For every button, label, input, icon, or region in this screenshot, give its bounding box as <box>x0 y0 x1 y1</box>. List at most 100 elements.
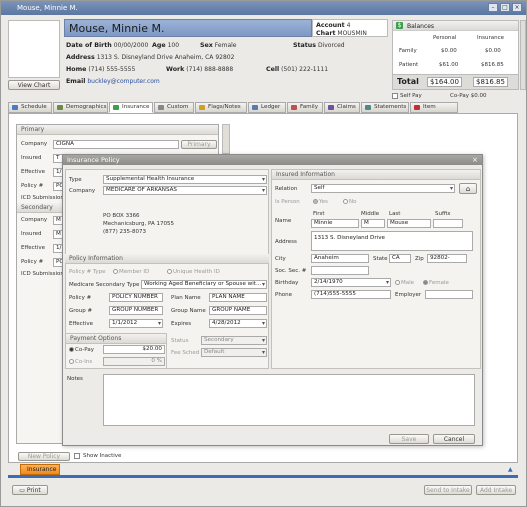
show-inactive-checkbox[interactable] <box>74 453 80 459</box>
member-id-radio[interactable]: Member ID <box>113 269 149 275</box>
effective-label: Effective <box>21 169 45 175</box>
middle-name-field[interactable]: M <box>361 219 385 228</box>
is-person-no-radio[interactable]: No <box>343 199 356 205</box>
plan-name-label: Plan Name <box>171 295 201 301</box>
tab-item-charges[interactable]: Item Charges <box>410 102 458 119</box>
tab-custom[interactable]: Custom <box>154 102 194 113</box>
group-name-label: Group Name <box>171 308 206 314</box>
send-to-intake-button[interactable]: Send to Intake <box>424 485 472 495</box>
coins-radio[interactable]: Co-Ins <box>69 359 92 365</box>
tab-strip: Schedule Demographics Insurance Custom F… <box>8 102 518 119</box>
close-button[interactable]: × <box>512 3 522 12</box>
show-inactive-label: Show Inactive <box>83 453 122 459</box>
type-select[interactable]: Supplemental Health Insurance <box>103 175 267 184</box>
dialog-close-icon[interactable]: × <box>472 156 478 164</box>
tab-schedule[interactable]: Schedule <box>8 102 52 113</box>
total-insurance: $816.85 <box>473 77 508 87</box>
company-label: Company <box>21 217 48 223</box>
phone-field[interactable]: (714)555-5555 <box>311 290 391 299</box>
total-label: Total <box>397 77 419 86</box>
tab-claims[interactable]: Claims <box>324 102 360 113</box>
unique-id-radio[interactable]: Unique Health ID <box>167 269 220 275</box>
total-personal: $164.00 <box>427 77 462 87</box>
new-policy-button[interactable]: New Policy <box>18 452 70 461</box>
state-field[interactable]: CA <box>389 254 411 263</box>
city-field[interactable]: Anaheim <box>311 254 369 263</box>
fee-sched-label: Fee Sched <box>171 350 200 356</box>
expires-label: Expires <box>171 321 192 327</box>
is-person-label: Is Person <box>275 199 300 205</box>
icd-label: ICD Submission <box>21 271 64 277</box>
self-pay-checkbox[interactable] <box>392 93 398 99</box>
sex-value: Female <box>214 42 237 49</box>
lookup-person-button[interactable]: ⌂ <box>459 183 477 194</box>
effective-date-field[interactable]: 1/1/2012 <box>109 319 163 328</box>
patient-photo[interactable] <box>8 20 60 78</box>
maximize-button[interactable]: □ <box>500 3 510 12</box>
is-person-yes-radio[interactable]: Yes <box>313 199 328 205</box>
bottom-tab-bar <box>8 475 518 478</box>
cancel-button[interactable]: Cancel <box>433 434 475 444</box>
plan-name-field[interactable]: PLAN NAME <box>209 293 267 302</box>
age-label: Age <box>152 42 166 49</box>
copay-radio[interactable]: Co-Pay <box>69 347 94 353</box>
print-button[interactable]: ▭ Print <box>12 485 48 495</box>
zip-field[interactable]: 92802- <box>427 254 467 263</box>
insured-label: Insured <box>21 155 42 161</box>
tab-flags-notes[interactable]: Flags/Notes <box>195 102 247 113</box>
employer-field[interactable] <box>425 290 473 299</box>
bottom-tab-insurance[interactable]: Insurance <box>20 464 60 475</box>
wrench-icon <box>158 105 164 110</box>
first-name-field[interactable]: Minnie <box>311 219 359 228</box>
copay-field[interactable]: $20.00 <box>103 345 165 354</box>
status-select[interactable]: Secondary <box>201 336 267 345</box>
company-select[interactable]: MEDICARE OF ARKANSAS <box>103 186 267 195</box>
expires-date-field[interactable]: 4/28/2012 <box>209 319 267 328</box>
policy-number-field[interactable]: POLICY NUMBER <box>109 293 163 302</box>
birthday-field[interactable]: 2/14/1970 <box>311 278 391 287</box>
group-number-field[interactable]: GROUP NUMBER <box>109 306 163 315</box>
tab-label: Statements <box>374 104 407 110</box>
notes-label: Notes <box>67 376 83 382</box>
tab-ledger[interactable]: Ledger <box>248 102 286 113</box>
female-radio[interactable]: Female <box>423 280 449 286</box>
collapse-icon[interactable]: ▲ <box>508 466 513 473</box>
tab-family[interactable]: Family <box>287 102 323 113</box>
tab-demographics[interactable]: Demographics <box>53 102 108 113</box>
male-radio[interactable]: Male <box>395 280 414 286</box>
last-name-field[interactable]: Mouse <box>387 219 431 228</box>
tab-label: Claims <box>337 104 356 110</box>
view-chart-button[interactable]: View Chart <box>8 80 60 90</box>
tab-label: Flags/Notes <box>208 104 241 110</box>
medicare-secondary-select[interactable]: Working Aged Beneficiary or Spouse wit..… <box>141 280 267 289</box>
add-intake-button[interactable]: Add Intake <box>476 485 516 495</box>
tab-label: Demographics <box>66 104 107 110</box>
balances-col-personal: Personal <box>433 35 457 41</box>
primary-button[interactable]: Primary <box>181 140 217 149</box>
tab-insurance[interactable]: Insurance <box>109 102 153 113</box>
balances-scrollbar[interactable] <box>520 20 526 90</box>
home-value: (714) 555-5555 <box>88 66 136 73</box>
work-label: Work <box>166 66 185 73</box>
fee-sched-select[interactable]: Default <box>201 348 267 357</box>
relation-select[interactable]: Self <box>311 184 455 193</box>
window-title: Mouse, Minnie M. <box>17 4 78 12</box>
notes-textarea[interactable] <box>103 374 475 426</box>
copay-label: Co-Pay <box>75 347 94 353</box>
zip-label: Zip <box>415 256 424 262</box>
status-value: Divorced <box>317 42 345 49</box>
minimize-button[interactable]: – <box>488 3 498 12</box>
primary-company-field[interactable]: CIGNA <box>53 140 179 149</box>
save-button[interactable]: Save <box>389 434 429 444</box>
panel-scrollbar[interactable] <box>222 124 230 154</box>
email-value[interactable]: buckley@computer.com <box>87 78 159 85</box>
coins-field[interactable]: 0 % <box>103 357 165 366</box>
company-address-line2: Mechanicsburg, PA 17055 <box>103 221 175 227</box>
policy-label: Policy # <box>21 183 44 189</box>
address-field[interactable]: 1313 S. Disneyland Drive <box>311 231 473 251</box>
tab-statements[interactable]: Statements <box>361 102 409 113</box>
group-name-field[interactable]: GROUP NAME <box>209 306 267 315</box>
ssn-field[interactable] <box>311 266 369 275</box>
policy-number-label: Policy # <box>69 295 92 301</box>
suffix-field[interactable] <box>433 219 463 228</box>
